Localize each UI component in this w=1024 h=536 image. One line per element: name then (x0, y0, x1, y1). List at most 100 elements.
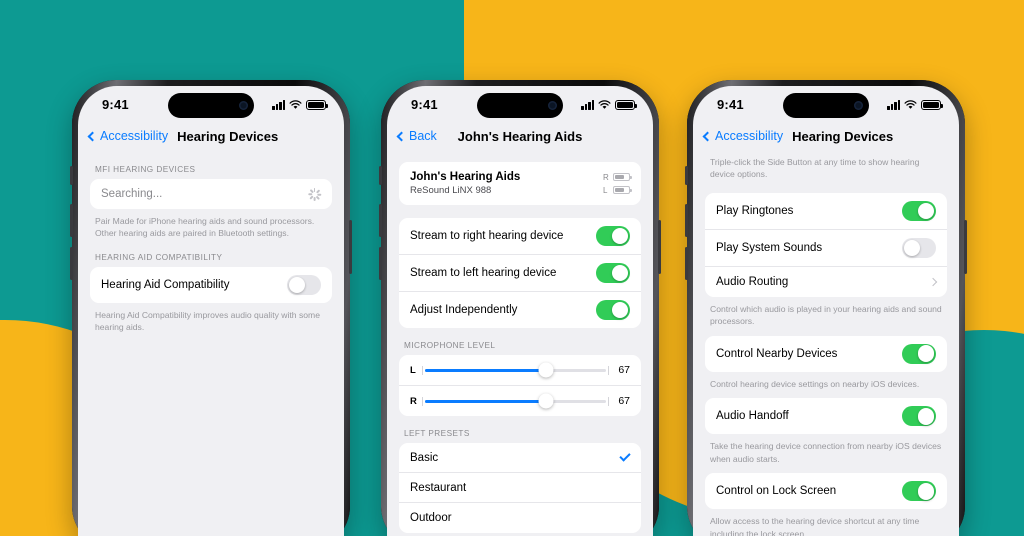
mic-level-left-row[interactable]: L 67 (399, 355, 641, 386)
back-button-accessibility[interactable]: Accessibility (702, 129, 784, 143)
wifi-icon (598, 99, 611, 109)
phone-mockup-mfi-pairing: 9:41 Accessibility Hearing Devices MFI H… (70, 80, 352, 536)
control-nearby-devices-toggle[interactable] (902, 343, 936, 364)
volume-down-button[interactable] (379, 247, 382, 280)
section-header-compatibility: HEARING AID COMPATIBILITY (95, 252, 223, 262)
audio-handoff-card: Audio Handoff (705, 398, 947, 435)
device-row[interactable]: John's Hearing Aids ReSound LiNX 988 R L (399, 162, 641, 205)
searching-label: Searching... (101, 188, 163, 200)
volume-up-button[interactable] (70, 204, 73, 237)
status-indicators (272, 99, 328, 110)
wifi-icon (289, 99, 302, 109)
status-time: 9:41 (411, 97, 438, 112)
stream-right-row[interactable]: Stream to right hearing device (399, 218, 641, 255)
compatibility-card: Hearing Aid Compatibility (90, 266, 332, 303)
mic-right-label: R (410, 395, 417, 407)
play-system-sounds-toggle[interactable] (902, 237, 936, 258)
control-nearby-devices-footnote: Control hearing device settings on nearb… (710, 378, 920, 389)
mic-left-slider-knob[interactable] (538, 362, 554, 378)
mic-level-right-row[interactable]: R 67 (399, 386, 641, 416)
settings-content: Triple-click the Side Button at any time… (693, 152, 959, 536)
preset-restaurant-label: Restaurant (410, 481, 467, 494)
hearing-aid-compatibility-toggle[interactable] (287, 274, 321, 295)
silent-switch[interactable] (70, 166, 73, 185)
play-ringtones-row[interactable]: Play Ringtones (705, 193, 947, 230)
chevron-left-icon (702, 131, 713, 141)
stream-left-label: Stream to left hearing device (410, 267, 557, 279)
searching-row[interactable]: Searching... (90, 179, 332, 209)
audio-handoff-toggle[interactable] (902, 406, 936, 427)
audio-routing-row[interactable]: Audio Routing (705, 267, 947, 297)
page-title: Hearing Devices (792, 128, 894, 144)
battery-levels: R L (603, 172, 632, 195)
compatibility-footnote: Hearing Aid Compatibility improves audio… (95, 309, 320, 333)
battery-right-label: R (603, 172, 609, 182)
control-on-lock-screen-toggle[interactable] (902, 481, 936, 502)
back-button-label: Accessibility (715, 129, 784, 143)
control-nearby-devices-label: Control Nearby Devices (716, 347, 838, 360)
silent-switch[interactable] (685, 166, 688, 185)
volume-up-button[interactable] (379, 204, 382, 237)
status-bar: 9:41 (693, 86, 959, 120)
volume-down-button[interactable] (685, 247, 688, 280)
audio-handoff-row[interactable]: Audio Handoff (705, 398, 947, 434)
section-header-microphone-level: MICROPHONE LEVEL (404, 341, 496, 350)
settings-content: John's Hearing Aids ReSound LiNX 988 R L (387, 152, 653, 533)
mfi-devices-card: Searching... (90, 179, 332, 209)
hearing-aid-compatibility-label: Hearing Aid Compatibility (101, 278, 230, 291)
battery-right: R (603, 172, 632, 182)
play-system-sounds-label: Play System Sounds (716, 241, 823, 254)
mic-right-slider[interactable] (422, 393, 609, 409)
front-camera-icon (548, 101, 557, 110)
stream-right-label: Stream to right hearing device (410, 230, 564, 242)
cellular-bars-icon (581, 99, 594, 110)
side-button[interactable] (658, 220, 661, 274)
section-header-mfi: MFI HEARING DEVICES (95, 165, 196, 174)
preset-restaurant-row[interactable]: Restaurant (399, 473, 641, 503)
microphone-level-card: L 67 R 67 (399, 355, 641, 416)
status-bar: 9:41 (78, 86, 344, 120)
play-system-sounds-row[interactable]: Play System Sounds (705, 230, 947, 267)
stream-left-row[interactable]: Stream to left hearing device (399, 255, 641, 292)
preset-outdoor-row[interactable]: Outdoor (399, 503, 641, 533)
silent-switch[interactable] (379, 166, 382, 185)
phone-mockup-device-detail: 9:41 Back John's Hearing Aids John's Hea… (379, 80, 661, 536)
volume-up-button[interactable] (685, 204, 688, 237)
mic-left-slider[interactable] (422, 362, 609, 378)
phone-screen: 9:41 Back John's Hearing Aids John's Hea… (387, 86, 653, 536)
control-nearby-devices-card: Control Nearby Devices (705, 335, 947, 372)
device-summary-card[interactable]: John's Hearing Aids ReSound LiNX 988 R L (399, 162, 641, 205)
dynamic-island (477, 93, 563, 118)
preset-basic-row[interactable]: Basic (399, 443, 641, 473)
status-bar: 9:41 (387, 86, 653, 120)
page-title: Hearing Devices (177, 128, 279, 144)
preset-outdoor-label: Outdoor (410, 512, 452, 524)
side-button[interactable] (349, 220, 352, 274)
section-header-left-presets: LEFT PRESETS (404, 429, 470, 438)
side-button[interactable] (964, 220, 967, 274)
control-nearby-devices-row[interactable]: Control Nearby Devices (705, 336, 947, 372)
adjust-independently-toggle[interactable] (596, 300, 630, 320)
hearing-aid-compatibility-row[interactable]: Hearing Aid Compatibility (90, 267, 332, 303)
control-on-lock-screen-card: Control on Lock Screen (705, 473, 947, 510)
battery-icon (615, 99, 637, 110)
play-ringtones-toggle[interactable] (902, 200, 936, 221)
stream-right-toggle[interactable] (596, 226, 630, 246)
mic-left-value: 67 (618, 364, 630, 376)
control-on-lock-screen-label: Control on Lock Screen (716, 485, 837, 498)
stream-left-toggle[interactable] (596, 263, 630, 283)
preset-basic-label: Basic (410, 451, 439, 464)
back-button-accessibility[interactable]: Accessibility (87, 129, 168, 143)
mic-right-slider-knob[interactable] (538, 393, 554, 409)
volume-down-button[interactable] (70, 247, 73, 280)
status-indicators (887, 99, 943, 110)
control-on-lock-screen-row[interactable]: Control on Lock Screen (705, 473, 947, 509)
phone-screen: 9:41 Accessibility Hearing Devices (693, 86, 959, 536)
navigation-bar: Back John's Hearing Aids (387, 120, 653, 152)
adjust-independently-row[interactable]: Adjust Independently (399, 292, 641, 328)
audio-playback-footnote: Control which audio is played in your he… (710, 303, 942, 327)
audio-handoff-label: Audio Handoff (716, 410, 789, 423)
device-name: John's Hearing Aids (410, 171, 521, 183)
status-time: 9:41 (717, 97, 744, 112)
audio-playback-card: Play Ringtones Play System Sounds Audio … (705, 192, 947, 297)
